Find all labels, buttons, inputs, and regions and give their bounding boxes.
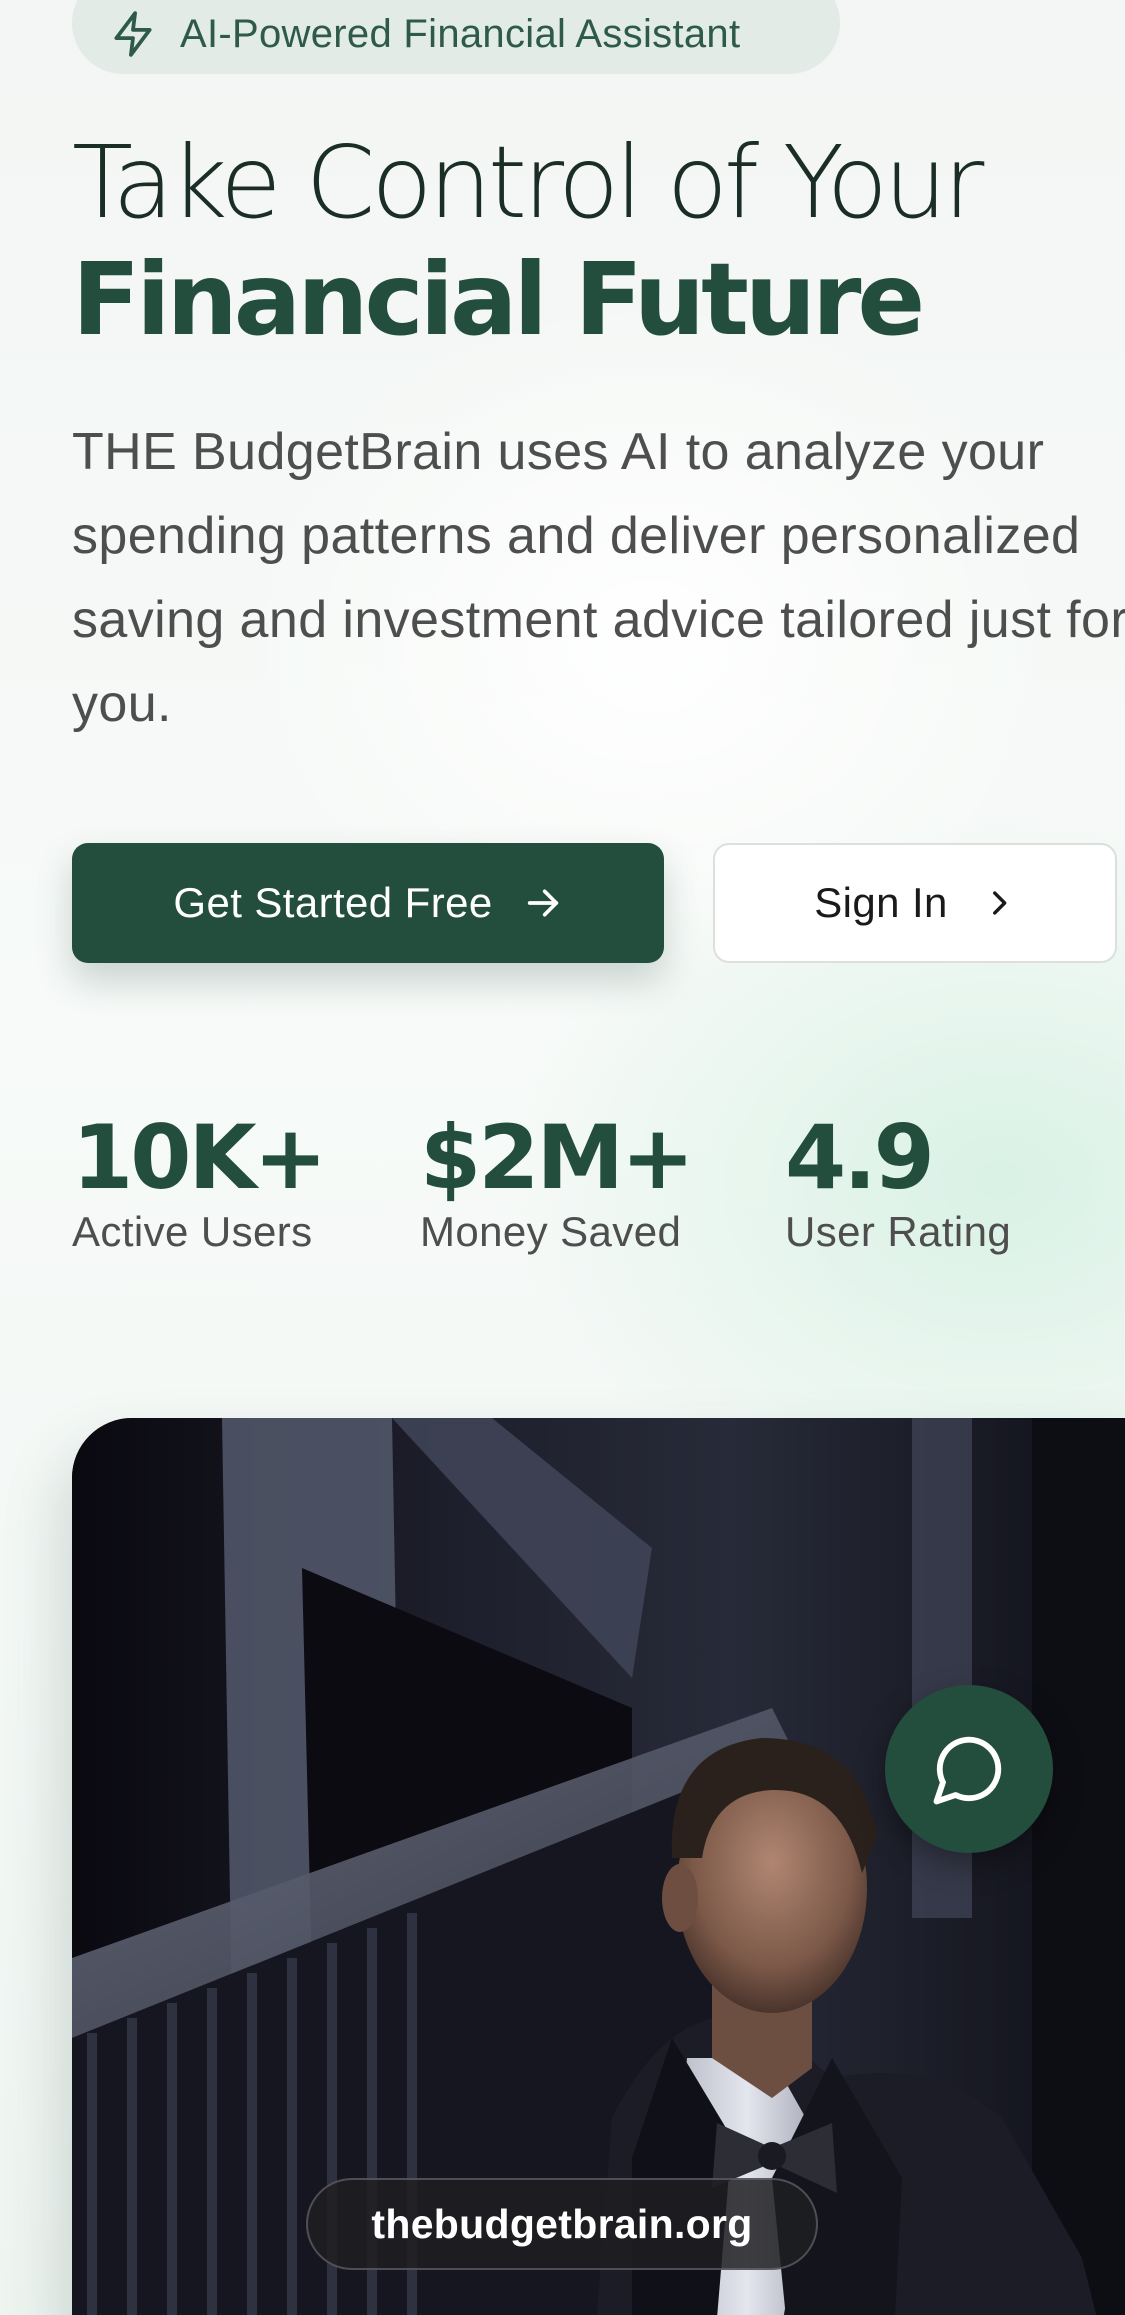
headline-line-2: Financial Future — [72, 241, 925, 358]
sign-in-button[interactable]: Sign In — [713, 843, 1117, 963]
get-started-label: Get Started Free — [173, 879, 493, 926]
arrow-right-icon — [527, 889, 558, 917]
landing-page: AI-Powered Financial Assistant Take Cont… — [0, 0, 1125, 2315]
stat-money-saved: $2M+ Money Saved — [420, 1106, 695, 1256]
badge-label: AI-Powered Financial Assistant — [180, 11, 741, 56]
stat-user-rating: 4.9 User Rating — [785, 1106, 1012, 1256]
website-url-label: thebudgetbrain.org — [371, 2200, 753, 2247]
stat-value: $2M+ — [420, 1106, 695, 1209]
chevron-right-icon — [992, 891, 1007, 915]
headline-line-1: Take Control of Your — [72, 124, 984, 241]
stat-label: Money Saved — [420, 1208, 682, 1256]
website-url-pill[interactable]: thebudgetbrain.org — [306, 2178, 818, 2270]
stat-label: User Rating — [785, 1208, 1012, 1256]
lightning-bolt-icon — [114, 11, 152, 57]
hero-description: THE BudgetBrain uses AI to analyze your … — [72, 423, 1125, 733]
stat-label: Active Users — [72, 1208, 313, 1256]
chat-bubble-icon — [933, 1736, 1002, 1805]
ai-assistant-badge: AI-Powered Financial Assistant — [72, 0, 840, 74]
stat-value: 10K+ — [72, 1106, 327, 1209]
stat-active-users: 10K+ Active Users — [72, 1106, 327, 1256]
stat-value: 4.9 — [785, 1106, 935, 1209]
sign-in-label: Sign In — [814, 879, 948, 926]
get-started-button[interactable]: Get Started Free — [72, 843, 664, 963]
chat-button[interactable] — [885, 1685, 1053, 1853]
